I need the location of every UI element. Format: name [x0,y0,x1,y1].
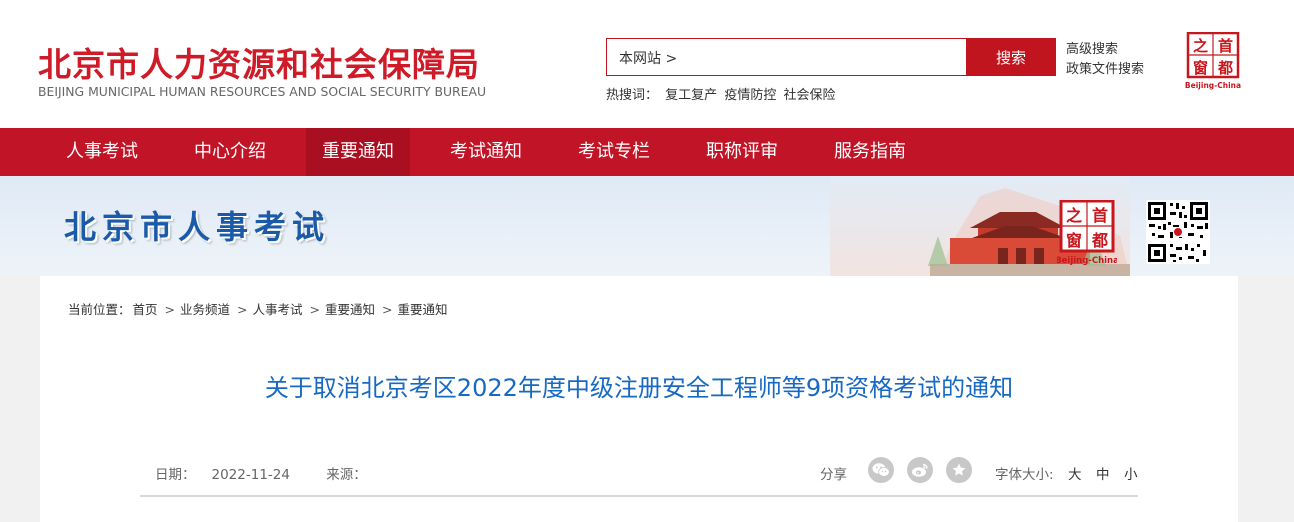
breadcrumb-separator: > [309,302,321,317]
capital-window-logo[interactable]: 之 首 窗 都 Beijing-China [1185,32,1241,90]
hot-word-link[interactable]: 复工复产 [665,88,717,103]
breadcrumb-current[interactable]: 重要通知 [398,302,448,317]
hot-words: 热搜词： 复工复产 疫情防控 社会保险 [606,84,838,103]
date-label: 日期： [155,467,196,483]
article-meta: 日期： 2022-11-24 来源： [155,463,415,483]
breadcrumb-label: 当前位置： [68,302,131,317]
article-title: 关于取消北京考区2022年度中级注册安全工程师等9项资格考试的通知 [264,374,1014,402]
seal-char: 之 [1193,37,1208,55]
banner: 北京市人事考试 之 首 窗 都 Beijing-China [0,176,1294,276]
search-input[interactable]: 本网站 > 搜索 [606,38,1056,76]
search-button[interactable]: 搜索 [966,38,1056,76]
breadcrumb-home[interactable]: 首页 [133,302,158,317]
share-label: 分享 [820,467,847,483]
seal-char: 窗 [1066,231,1082,250]
breadcrumb-business-channel[interactable]: 业务频道 [180,302,230,317]
font-size-label: 字体大小: [995,467,1054,483]
meta-divider [140,495,1138,497]
breadcrumb-separator: > [382,302,393,317]
site-header: 北京市人力资源和社会保障局 BEIJING MUNICIPAL HUMAN RE… [0,0,1294,128]
font-size-large[interactable]: 大 [1068,463,1082,483]
seal-char: 首 [1218,37,1233,55]
qr-code-icon [1146,200,1210,264]
font-size-medium[interactable]: 中 [1096,463,1110,483]
site-title[interactable]: 北京市人力资源和社会保障局 [38,38,480,86]
main-nav: 人事考试 中心介绍 重要通知 考试通知 考试专栏 职称评审 服务指南 [0,128,1294,176]
article-container: 当前位置： 首页 > 业务频道 > 人事考试 > 重要通知 > 重要通知 关于取消北京考区2022… [40,276,1238,522]
breadcrumb-personnel-exam[interactable]: 人事考试 [253,302,303,317]
advanced-links: 高级搜索 政策文件搜索 [1066,40,1144,80]
breadcrumb-separator: > [164,302,176,317]
breadcrumb-separator: > [237,302,248,317]
seal-char: 都 [1091,231,1108,250]
capital-window-logo[interactable]: 之 首 窗 都 Beijing-China [1057,200,1117,266]
breadcrumb: 当前位置： 首页 > 业务频道 > 人事考试 > 重要通知 > 重要通知 [68,299,450,318]
source-label: 来源： [326,467,367,483]
hot-word-link[interactable]: 社会保险 [783,88,835,103]
policy-search-link[interactable]: 政策文件搜索 [1066,60,1144,80]
nav-item-service-guide[interactable]: 服务指南 [816,128,924,176]
favorite-icon[interactable] [946,457,972,483]
seal-char: 之 [1066,206,1082,225]
hot-words-label: 热搜词： [606,88,659,103]
seal-char: 窗 [1193,59,1208,77]
seal-char: 首 [1092,206,1108,225]
seal-caption: Beijing-China [1057,256,1117,266]
search-scope-selector[interactable]: 本网站 > [619,48,677,68]
nav-item-exam[interactable]: 人事考试 [48,128,156,176]
font-size-small[interactable]: 小 [1124,463,1138,483]
publish-date: 2022-11-24 [211,467,290,483]
site-subtitle: BEIJING MUNICIPAL HUMAN RESOURCES AND SO… [38,84,487,99]
banner-title: 北京市人事考试 [64,208,331,246]
wechat-icon[interactable] [868,457,894,483]
hot-word-link[interactable]: 疫情防控 [724,88,776,103]
nav-item-title-review[interactable]: 职称评审 [688,128,796,176]
advanced-search-link[interactable]: 高级搜索 [1066,40,1144,60]
nav-item-center[interactable]: 中心介绍 [176,128,284,176]
nav-item-notices[interactable]: 重要通知 [306,128,410,176]
weibo-icon[interactable] [907,457,933,483]
nav-item-exam-column[interactable]: 考试专栏 [560,128,668,176]
seal-caption: Beijing-China [1185,81,1241,90]
seal-char: 都 [1217,59,1233,77]
breadcrumb-notices[interactable]: 重要通知 [325,302,375,317]
nav-item-exam-notices[interactable]: 考试通知 [432,128,540,176]
